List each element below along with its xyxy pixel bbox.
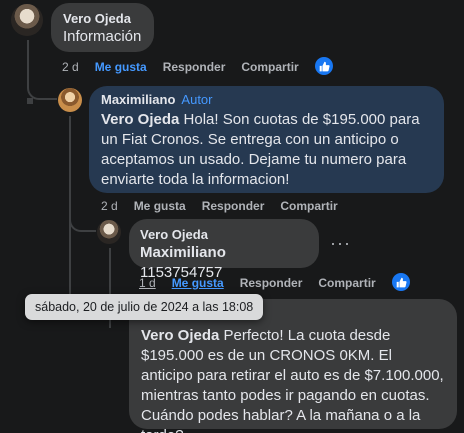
- mention-link[interactable]: Vero Ojeda: [141, 327, 219, 344]
- reply-button[interactable]: Responder: [240, 276, 303, 290]
- comment-bubble: Vero Ojeda Maximiliano 1153754757: [129, 219, 319, 281]
- avatar[interactable]: [11, 4, 43, 36]
- like-button[interactable]: Me gusta: [95, 60, 147, 74]
- thumbs-up-icon[interactable]: [392, 273, 410, 291]
- comment-author[interactable]: Maximiliano: [101, 92, 175, 107]
- mention-link[interactable]: Maximiliano: [140, 244, 226, 261]
- share-button[interactable]: Compartir: [318, 276, 375, 290]
- comment-actions: 1 d Me gusta Responder Compartir: [139, 276, 376, 290]
- thread-line: [27, 40, 57, 100]
- reply-button[interactable]: Responder: [202, 199, 265, 213]
- comment-time[interactable]: 1 d: [139, 276, 156, 290]
- comment-bubble: Maximiliano Autor Vero Ojeda Hola! Son cu…: [89, 86, 444, 193]
- comment-text: Vero Ojeda Hola! Son cuotas de $195.000 …: [101, 110, 432, 190]
- like-button[interactable]: Me gusta: [134, 199, 186, 213]
- avatar[interactable]: [97, 220, 121, 244]
- comment-author[interactable]: Vero Ojeda: [63, 11, 142, 27]
- share-button[interactable]: Compartir: [241, 60, 298, 74]
- comment-text: Vero Ojeda Perfecto! La cuota desde $195…: [141, 326, 445, 433]
- thread-line: [69, 210, 96, 232]
- thread-line: [27, 98, 33, 104]
- comment-bubble: Vero Ojeda Información: [51, 3, 154, 52]
- author-badge: Autor: [181, 92, 213, 107]
- comment-actions: 2 d Me gusta Responder Compartir: [101, 199, 338, 213]
- comment-time[interactable]: 2 d: [101, 199, 118, 213]
- like-button[interactable]: Me gusta: [172, 276, 224, 290]
- comment-header: Maximiliano Autor: [101, 92, 432, 108]
- comment-text: Información: [63, 28, 142, 45]
- share-button[interactable]: Compartir: [280, 199, 337, 213]
- more-options-icon[interactable]: ···: [330, 233, 351, 254]
- reply-button[interactable]: Responder: [163, 60, 226, 74]
- timestamp-tooltip: sábado, 20 de julio de 2024 a las 18:08: [25, 294, 264, 320]
- comment-time[interactable]: 2 d: [62, 60, 79, 74]
- mention-link[interactable]: Vero Ojeda: [101, 111, 179, 128]
- comment-actions: 2 d Me gusta Responder Compartir: [62, 60, 299, 74]
- comment-author[interactable]: Vero Ojeda: [140, 227, 308, 243]
- thumbs-up-icon[interactable]: [315, 57, 333, 75]
- avatar[interactable]: [58, 88, 82, 112]
